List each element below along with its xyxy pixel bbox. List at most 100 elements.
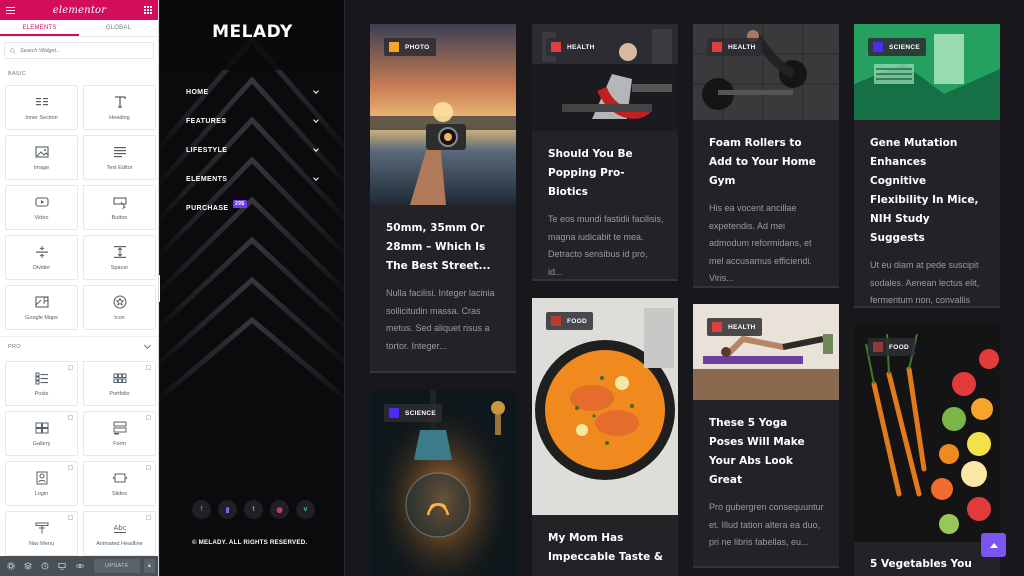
update-button[interactable]: UPDATE [94, 559, 140, 573]
slides-icon [112, 471, 128, 485]
widget-image[interactable]: Image [5, 135, 78, 180]
posts-icon [34, 371, 50, 385]
search-input[interactable] [20, 47, 140, 54]
category-color-square [551, 316, 561, 326]
widget-inner-section[interactable]: Inner Section [5, 85, 78, 130]
nav-item-features[interactable]: FEATURES [186, 107, 320, 136]
button-icon [112, 195, 128, 209]
post-body: Foam Rollers to Add to Your Home Gym His… [693, 120, 839, 286]
widget-text-editor[interactable]: Text Editor [83, 135, 156, 180]
twitch-icon[interactable]: ▮ [218, 500, 237, 519]
basic-section-title[interactable]: BASIC [0, 69, 158, 79]
post-image-yoga-pose[interactable]: HEALTH [693, 304, 839, 400]
widget-label: Spacer [110, 264, 129, 271]
post-title[interactable]: Should You Be Popping Pro-Biotics [548, 145, 664, 202]
pro-section-title[interactable]: PRO [0, 336, 158, 356]
post-card[interactable]: PHOTO 50mm, 35mm Or 28mm – Which Is The … [370, 24, 516, 371]
post-card[interactable]: HEALTH Should You Be Popping Pro-Biotics… [532, 24, 678, 279]
history-icon[interactable] [39, 559, 52, 573]
post-image-salmon-dish[interactable]: FOOD [532, 298, 678, 515]
category-badge[interactable]: FOOD [546, 312, 593, 330]
category-label: SCIENCE [405, 409, 436, 417]
scroll-to-top-button[interactable] [981, 533, 1006, 557]
post-title[interactable]: These 5 Yoga Poses Will Make Your Abs Lo… [709, 414, 825, 490]
post-image-kettlebells[interactable]: HEALTH [693, 24, 839, 120]
post-card[interactable]: FOOD My Mom Has Impeccable Taste & ... [532, 298, 678, 576]
post-image-camera-sunset[interactable]: PHOTO [370, 24, 516, 205]
widget-icon[interactable]: Icon [83, 285, 156, 330]
vine-icon[interactable]: v [296, 500, 315, 519]
widget-button[interactable]: Button [83, 185, 156, 230]
widget-nav-menu[interactable]: Nav Menu [5, 511, 78, 556]
nav-item-purchase[interactable]: PURCHASE 29$ [186, 194, 320, 223]
category-color-square [389, 408, 399, 418]
tab-elements[interactable]: ELEMENTS [0, 20, 79, 36]
widgets-grid-icon[interactable] [144, 6, 152, 14]
widget-label: Slides [112, 490, 127, 497]
widget-gallery[interactable]: Gallery [5, 411, 78, 456]
spacer-icon [112, 245, 128, 259]
lock-icon [146, 515, 151, 520]
category-badge[interactable]: HEALTH [707, 318, 762, 336]
responsive-mode-icon[interactable] [56, 559, 69, 573]
tab-global[interactable]: GLOBAL [79, 20, 158, 36]
post-title[interactable]: My Mom Has Impeccable Taste & ... [548, 529, 664, 576]
category-badge[interactable]: SCIENCE [384, 404, 442, 422]
widget-label: Divider [32, 264, 51, 271]
dribbble-icon[interactable]: ◍ [270, 500, 289, 519]
widget-heading[interactable]: Heading [83, 85, 156, 130]
post-card[interactable]: SCIENCE [370, 390, 516, 576]
post-image-light-bulb[interactable]: SCIENCE [370, 390, 516, 576]
category-badge[interactable]: SCIENCE [868, 38, 926, 56]
widget-portfolio[interactable]: Portfolio [83, 361, 156, 406]
preview-eye-icon[interactable] [73, 559, 86, 573]
widget-slides[interactable]: Slides [83, 461, 156, 506]
post-card[interactable]: HEALTH These 5 Yoga Poses Will Make Your… [693, 304, 839, 566]
basic-section-label: BASIC [8, 71, 27, 77]
menu-icon[interactable] [6, 6, 15, 14]
lock-icon [146, 465, 151, 470]
post-image-lab-green[interactable]: SCIENCE [854, 24, 1000, 120]
category-badge[interactable]: FOOD [868, 338, 915, 356]
widget-form[interactable]: Form [83, 411, 156, 456]
pro-widgets-grid: Posts Portfolio Gallery Form Login Slide… [0, 361, 158, 556]
post-body: Should You Be Popping Pro-Biotics Te eos… [532, 131, 678, 279]
nav-item-home[interactable]: HOME [186, 78, 320, 107]
post-image-gym-woman[interactable]: HEALTH [532, 24, 678, 131]
navigator-icon[interactable] [21, 559, 34, 573]
post-card[interactable]: FOOD 5 Vegetables You Can [854, 324, 1000, 576]
post-title[interactable]: 50mm, 35mm Or 28mm – Which Is The Best S… [386, 219, 502, 276]
widget-animated-headline[interactable]: Abc Animated Headline [83, 511, 156, 556]
posts-grid: PHOTO 50mm, 35mm Or 28mm – Which Is The … [346, 0, 1024, 576]
widget-login[interactable]: Login [5, 461, 78, 506]
category-badge[interactable]: PHOTO [384, 38, 436, 56]
chevron-down-icon [313, 175, 319, 181]
post-card[interactable]: HEALTH Foam Rollers to Add to Your Home … [693, 24, 839, 286]
site-logo[interactable]: MELADY [160, 22, 344, 42]
post-image-vegetables[interactable]: FOOD [854, 324, 1000, 542]
post-title[interactable]: Foam Rollers to Add to Your Home Gym [709, 134, 825, 191]
widget-label: Nav Menu [28, 540, 55, 547]
lock-icon [68, 415, 73, 420]
widget-video[interactable]: Video [5, 185, 78, 230]
post-card[interactable]: SCIENCE Gene Mutation Enhances Cognitive… [854, 24, 1000, 306]
chevron-down-icon [313, 88, 319, 94]
lock-icon [146, 415, 151, 420]
post-title[interactable]: 5 Vegetables You Can [870, 555, 986, 576]
category-badge[interactable]: HEALTH [546, 38, 601, 56]
post-body: These 5 Yoga Poses Will Make Your Abs Lo… [693, 400, 839, 552]
widget-google-maps[interactable]: Google Maps [5, 285, 78, 330]
nav-item-lifestyle[interactable]: LIFESTYLE [186, 136, 320, 165]
settings-icon[interactable] [4, 559, 17, 573]
nav-item-elements[interactable]: ELEMENTS [186, 165, 320, 194]
widget-divider[interactable]: Divider [5, 235, 78, 280]
twitter-icon[interactable]: t [244, 500, 263, 519]
facebook-icon[interactable]: f [192, 500, 211, 519]
widget-spacer[interactable]: Spacer [83, 235, 156, 280]
widget-posts[interactable]: Posts [5, 361, 78, 406]
update-options-caret-icon[interactable]: ▲ [143, 559, 156, 573]
portfolio-icon [112, 371, 128, 385]
nav-label: FEATURES [186, 118, 227, 125]
category-badge[interactable]: HEALTH [707, 38, 762, 56]
post-title[interactable]: Gene Mutation Enhances Cognitive Flexibi… [870, 134, 986, 248]
